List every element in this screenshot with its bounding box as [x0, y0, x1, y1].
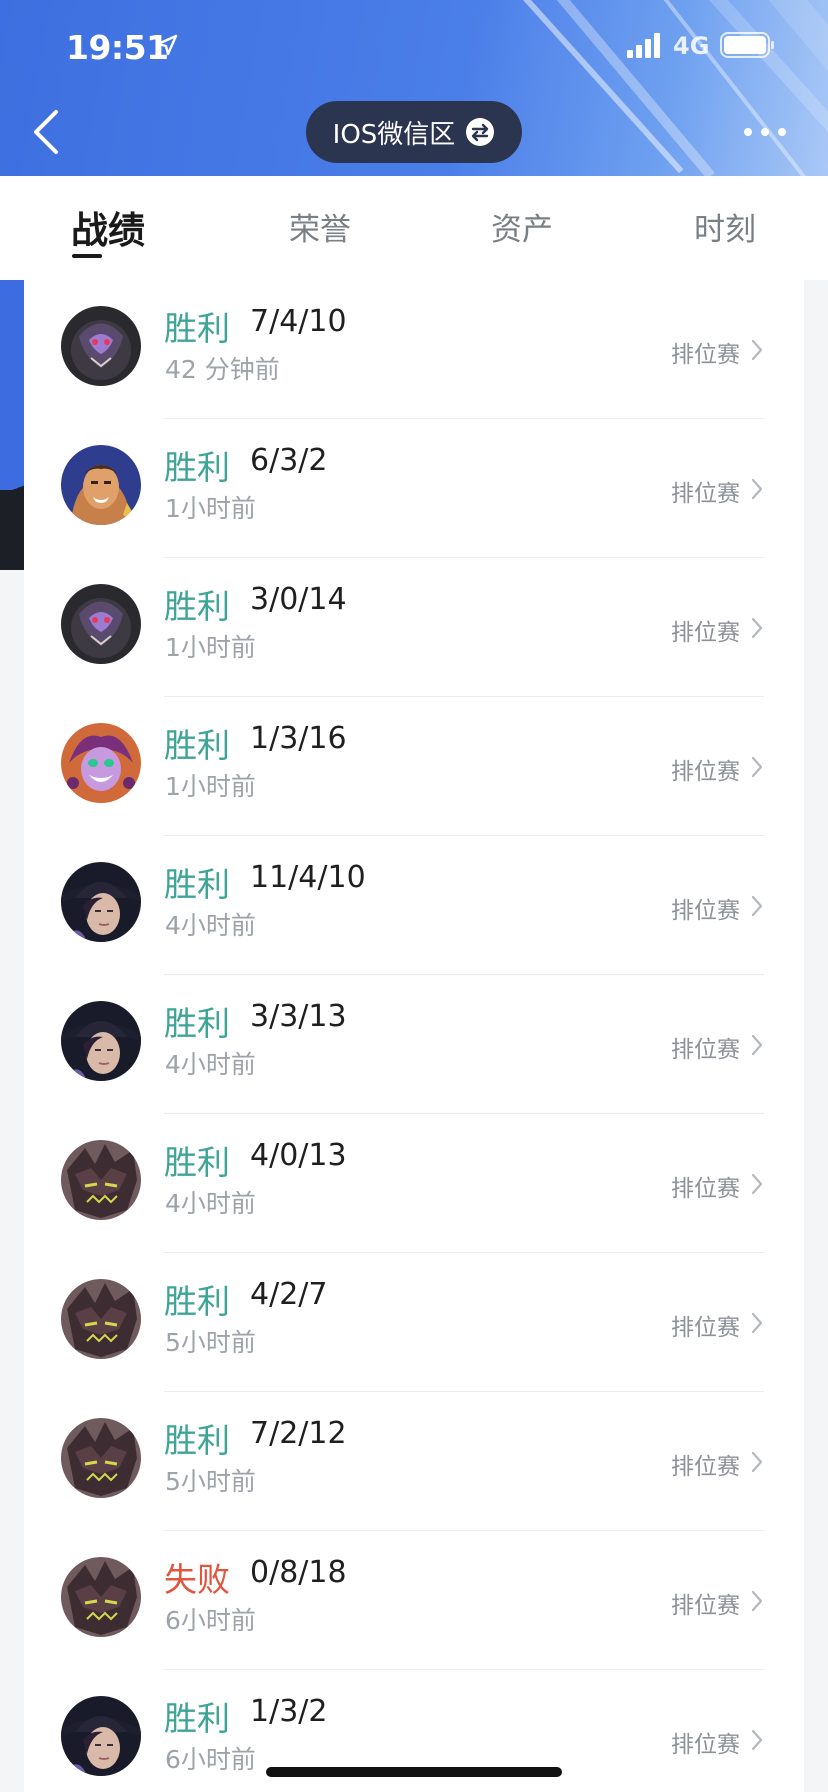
match-result: 胜利	[164, 865, 230, 904]
match-result: 胜利	[164, 1282, 230, 1321]
match-result: 胜利	[164, 1004, 230, 1043]
match-row[interactable]: 胜利 3/3/13 4小时前 排位赛	[24, 975, 804, 1114]
match-time: 5小时前	[165, 1467, 256, 1496]
match-time: 1小时前	[165, 633, 256, 662]
screen: 19:51 4G IOS微信区 战绩 荣誉 资产 时刻 胜利 7/4/10 42…	[0, 0, 828, 1792]
match-row[interactable]: 胜利 1/3/16 1小时前 排位赛	[24, 697, 804, 836]
match-row[interactable]: 胜利 4/2/7 5小时前 排位赛	[24, 1253, 804, 1392]
tab-indicator	[72, 254, 102, 258]
match-kda: 1/3/16	[250, 721, 347, 756]
region-label: IOS微信区	[332, 119, 456, 150]
chevron-right-icon	[751, 339, 763, 361]
match-result: 胜利	[164, 1699, 230, 1738]
match-result: 胜利	[164, 587, 230, 626]
tab-record[interactable]: 战绩	[43, 200, 173, 254]
match-row[interactable]: 胜利 6/3/2 1小时前 排位赛	[24, 419, 804, 558]
match-result: 胜利	[164, 1421, 230, 1460]
match-mode: 排位赛	[671, 1176, 740, 1202]
chevron-right-icon	[751, 895, 763, 917]
side-decor	[0, 490, 24, 570]
match-row[interactable]: 胜利 7/2/12 5小时前 排位赛	[24, 1392, 804, 1531]
match-row[interactable]: 失败 0/8/18 6小时前 排位赛	[24, 1531, 804, 1670]
status-time: 19:51	[66, 28, 169, 67]
chevron-right-icon	[751, 1590, 763, 1612]
match-time: 4小时前	[165, 1050, 256, 1079]
match-kda: 11/4/10	[250, 860, 366, 895]
home-indicator	[266, 1767, 562, 1777]
match-time: 4小时前	[165, 1189, 256, 1218]
match-mode: 排位赛	[671, 898, 740, 924]
match-time: 6小时前	[165, 1606, 256, 1635]
match-mode: 排位赛	[671, 1593, 740, 1619]
match-time: 42 分钟前	[165, 355, 280, 384]
tab-bar: 战绩 荣誉 资产 时刻	[0, 176, 828, 280]
hero-avatar	[61, 723, 141, 803]
hero-avatar	[61, 1557, 141, 1637]
match-kda: 4/2/7	[250, 1277, 328, 1312]
match-kda: 3/3/13	[250, 999, 347, 1034]
match-kda: 6/3/2	[250, 443, 328, 478]
match-list[interactable]: 胜利 7/4/10 42 分钟前 排位赛 胜利 6/3/2 1小时前 排位赛 胜利 3/0/14 1…	[24, 280, 804, 1792]
match-time: 4小时前	[165, 911, 256, 940]
location-arrow-icon	[156, 34, 178, 56]
match-time: 6小时前	[165, 1745, 256, 1774]
match-row[interactable]: 胜利 3/0/14 1小时前 排位赛	[24, 558, 804, 697]
match-row[interactable]: 胜利 11/4/10 4小时前 排位赛	[24, 836, 804, 975]
match-mode: 排位赛	[671, 759, 740, 785]
chevron-right-icon	[751, 1729, 763, 1751]
match-mode: 排位赛	[671, 342, 740, 368]
hero-avatar	[61, 445, 141, 525]
tab-assets[interactable]: 资产	[457, 204, 587, 249]
match-kda: 4/0/13	[250, 1138, 347, 1173]
match-mode: 排位赛	[671, 481, 740, 507]
match-result: 失败	[164, 1560, 230, 1599]
match-result: 胜利	[164, 726, 230, 765]
tab-honor[interactable]: 荣誉	[255, 204, 385, 249]
match-time: 1小时前	[165, 494, 256, 523]
match-mode: 排位赛	[671, 1315, 740, 1341]
match-row[interactable]: 胜利 7/4/10 42 分钟前 排位赛	[24, 280, 804, 419]
match-mode: 排位赛	[671, 1454, 740, 1480]
match-mode: 排位赛	[671, 1037, 740, 1063]
network-label: 4G	[673, 32, 710, 60]
hero-avatar	[61, 1001, 141, 1081]
tab-moments[interactable]: 时刻	[660, 204, 790, 249]
match-row[interactable]: 胜利 4/0/13 4小时前 排位赛	[24, 1114, 804, 1253]
match-kda: 7/2/12	[250, 1416, 347, 1451]
match-result: 胜利	[164, 1143, 230, 1182]
battery-icon	[720, 32, 774, 58]
match-time: 5小时前	[165, 1328, 256, 1357]
chevron-right-icon	[751, 1034, 763, 1056]
header-decor	[505, 0, 684, 174]
chevron-right-icon	[751, 478, 763, 500]
match-mode: 排位赛	[671, 620, 740, 646]
match-kda: 3/0/14	[250, 582, 347, 617]
chevron-right-icon	[751, 1312, 763, 1334]
header: 19:51 4G IOS微信区	[0, 0, 828, 176]
match-result: 胜利	[164, 448, 230, 487]
swap-icon	[466, 118, 495, 146]
chevron-right-icon	[751, 1451, 763, 1473]
region-switch-button[interactable]: IOS微信区	[306, 101, 522, 163]
hero-avatar	[61, 1696, 141, 1776]
side-decor	[0, 280, 24, 490]
match-result: 胜利	[164, 309, 230, 348]
signal-icon	[627, 33, 660, 58]
match-time: 1小时前	[165, 772, 256, 801]
hero-avatar	[61, 862, 141, 942]
hero-avatar	[61, 584, 141, 664]
hero-avatar	[61, 1418, 141, 1498]
back-icon[interactable]	[28, 106, 68, 158]
chevron-right-icon	[751, 617, 763, 639]
match-mode: 排位赛	[671, 1732, 740, 1758]
match-kda: 1/3/2	[250, 1694, 328, 1729]
hero-avatar	[61, 1279, 141, 1359]
chevron-right-icon	[751, 756, 763, 778]
match-kda: 7/4/10	[250, 304, 347, 339]
more-icon[interactable]	[742, 120, 788, 144]
chevron-right-icon	[751, 1173, 763, 1195]
hero-avatar	[61, 1140, 141, 1220]
hero-avatar	[61, 306, 141, 386]
match-kda: 0/8/18	[250, 1555, 347, 1590]
